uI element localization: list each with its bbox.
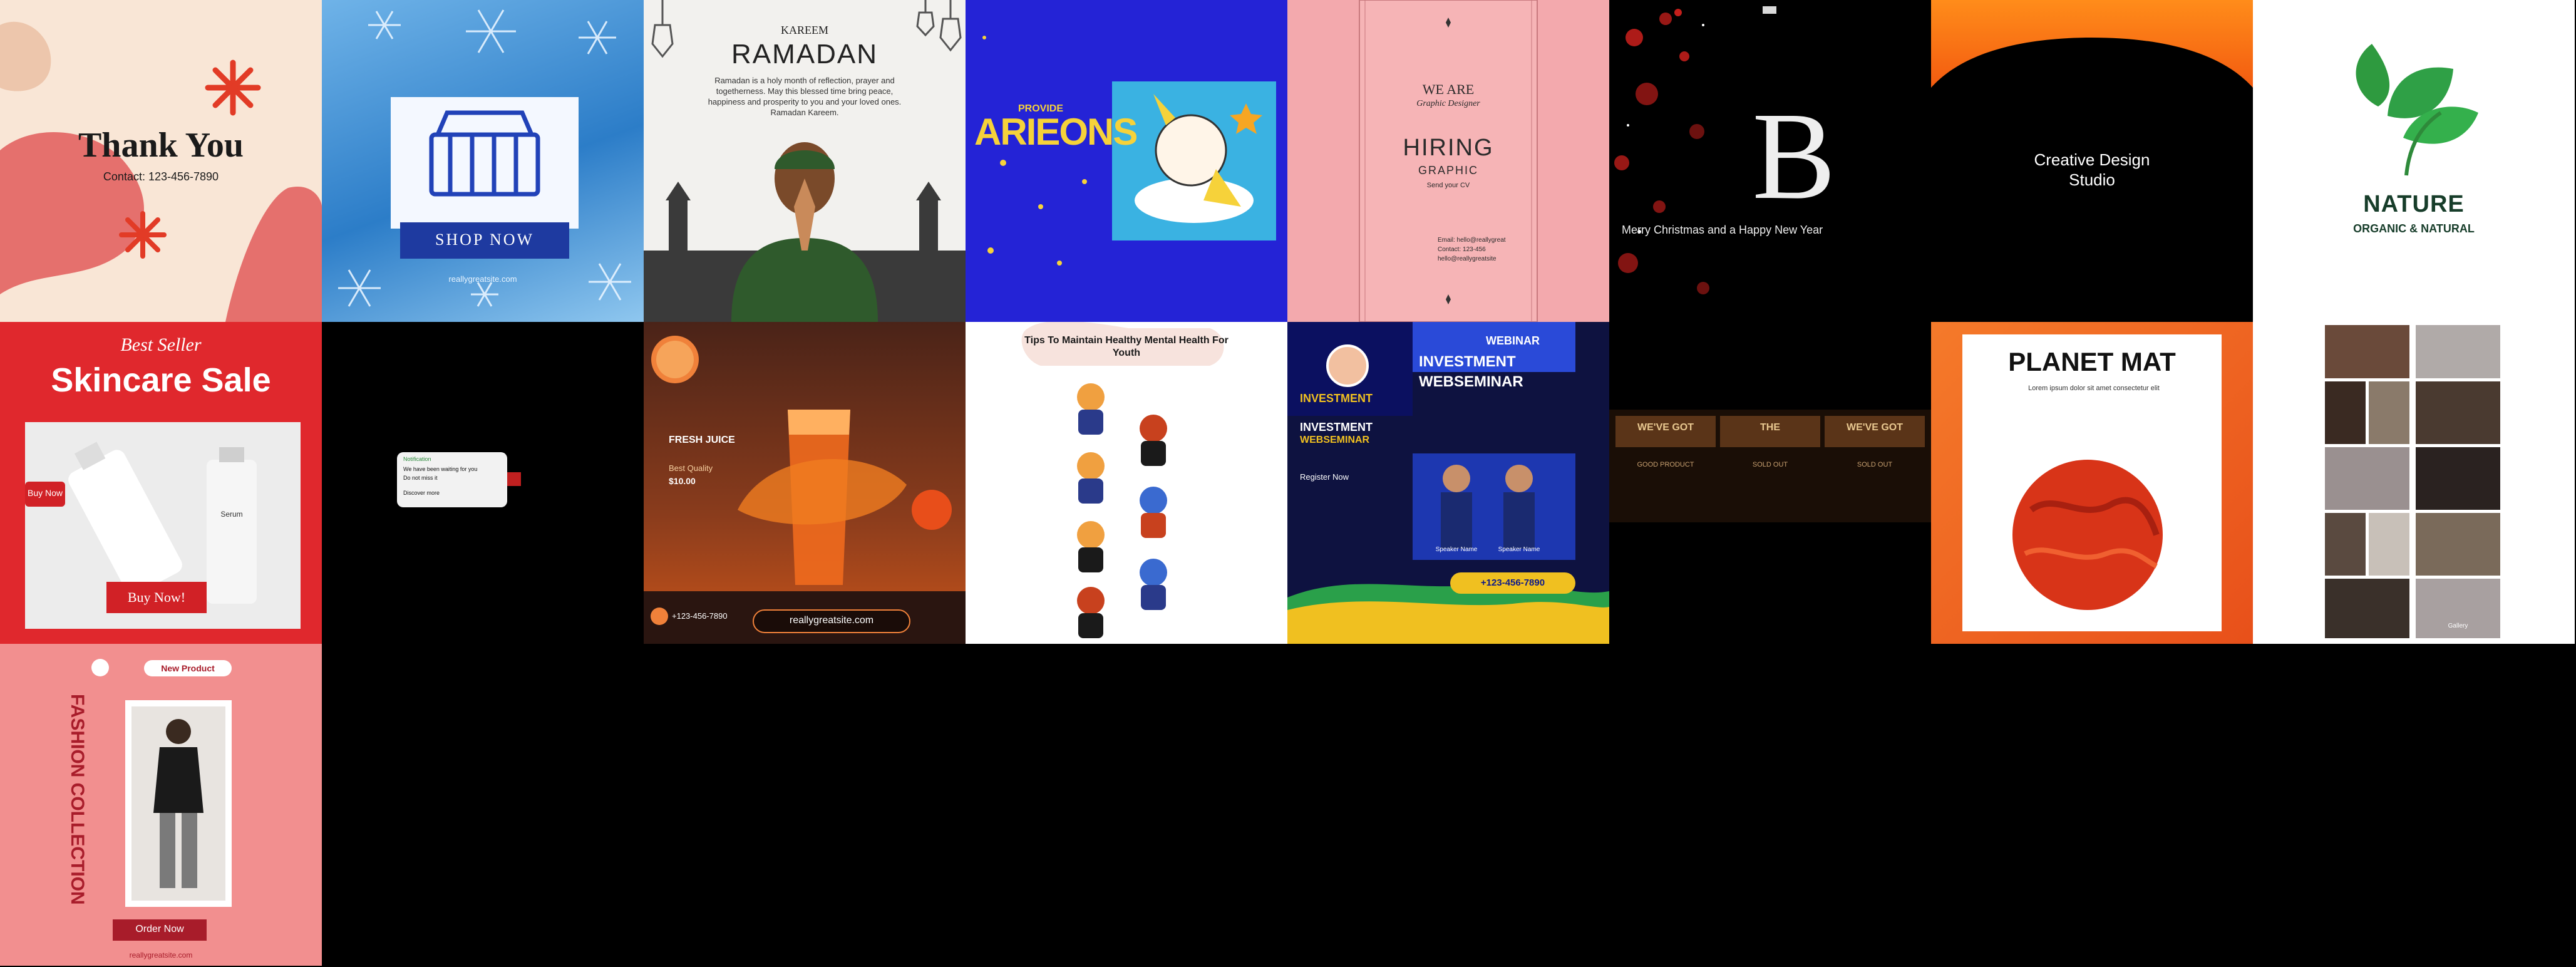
fashion-order-button[interactable]: Order Now [113,924,207,935]
wood-sub-2: SOLD OUT [1752,461,1788,468]
notification-line1: We have been waiting for you [403,466,478,472]
thank-you-title: Thank You [78,126,244,165]
template-investment-webinar[interactable]: WEBINAR INVESTMENT WEBSEMINAR INVESTMENT… [1287,322,1609,644]
template-fresh-juice[interactable]: FRESH JUICE Best Quality $10.00 reallygr… [644,322,966,644]
tips-illustrations [1021,322,1224,638]
thank-you-contact: Contact: 123-456-7890 [103,170,219,183]
pink-top: WE ARE [1422,81,1475,97]
bottle-label: Serum [220,510,243,519]
fashion-illustration [91,659,232,941]
template-gallery-grid: Thank You Contact: 123-456-7890 SHOP NOW [0,0,2576,967]
fashion-badge: New Product [161,663,215,673]
nature-tagline: ORGANIC & NATURAL [2353,222,2475,235]
notification-footer: Discover more [403,490,440,496]
webinar-phone[interactable]: +123-456-7890 [1450,577,1575,588]
template-skincare-sale[interactable]: Best Seller Skincare Sale Buy Now Buy No… [0,322,322,644]
speaker-2-name: Speaker Name [1498,546,1540,553]
template-thank-you-card[interactable]: Thank You Contact: 123-456-7890 [0,0,322,322]
webinar-info: Register Now [1300,472,1349,482]
template-mental-health-tips[interactable]: Tips To Maintain Healthy Mental Health F… [966,322,1287,644]
wood-panel-1: WE'VE GOT [1637,422,1694,433]
leaf-icon [2356,44,2478,176]
template-wooden-boards[interactable]: WE'VE GOT THE WE'VE GOT GOOD PRODUCT SOL… [1609,322,1931,644]
notification-line2: Do not miss it [403,475,438,481]
juice-url[interactable]: reallygreatsite.com [753,615,910,626]
skincare-title: Skincare Sale [51,361,271,399]
winter-site: reallygreatsite.com [448,274,517,284]
christmas-monogram: B [1752,87,1836,225]
notification-card [397,452,521,507]
planet-subtitle: Lorem ipsum dolor sit amet consectetur e… [2028,385,2160,392]
studio-line1: Creative Design [2034,150,2150,169]
collage-photos [2322,322,2503,644]
webinar-title-2: WEBSEMINAR [1419,373,1523,390]
template-nature-logo[interactable]: NATURE ORGANIC & NATURAL [2253,0,2575,322]
template-creative-studio[interactable]: Creative Design Studio [1931,0,2253,322]
template-fashion[interactable]: New Product FASHION COLLECTION Order Now… [0,644,322,966]
shop-now-button[interactable]: SHOP NOW [400,230,569,249]
tips-title: Tips To Maintain Healthy Mental Health F… [1024,335,1229,358]
pink-title: HIRING [1403,135,1494,161]
skincare-side-button[interactable]: Buy Now [25,488,65,498]
juice-phone: +123-456-7890 [672,611,728,621]
wood-panel-3: WE'VE GOT [1846,422,1904,433]
star-decorations [982,36,1276,266]
webinar-banner: WEBINAR [1486,334,1540,347]
wood-sub-3: SOLD OUT [1857,461,1893,468]
webinar-title-1: INVESTMENT [1419,353,1516,370]
studio-line2: Studio [2069,170,2115,189]
webinar-title-5: WEBSEMINAR [1300,435,1370,445]
pink-subtitle: GRAPHIC [1418,164,1478,177]
speaker-1-name: Speaker Name [1435,546,1478,553]
wood-panel-2: THE [1760,422,1780,433]
nature-brand: NATURE [2363,191,2465,217]
snowflake-decorations [338,9,631,307]
juice-tag: Best Quality [669,463,713,473]
fashion-vertical: FASHION COLLECTION [67,694,88,905]
skincare-buy-button[interactable]: Buy Now! [106,589,207,606]
webinar-title-4: INVESTMENT [1300,421,1373,433]
template-planet-poster[interactable]: PLANET MAT Lorem ipsum dolor sit amet co… [1931,322,2253,644]
webinar-title-3: INVESTMENT [1300,392,1373,405]
template-cartoon[interactable]: PROVIDE ARIEONS [966,0,1287,322]
planet-title: PLANET MAT [2008,347,2176,376]
template-dark-notification[interactable]: Notification We have been waiting for yo… [322,322,644,644]
pink-contact: Email: hello@reallygreat [1438,237,1506,244]
template-christmas[interactable]: B Merry Christmas and a Happy New Year [1609,0,1931,322]
template-pink-hiring[interactable]: WE ARE Graphic Designer HIRING GRAPHIC S… [1287,0,1609,322]
juice-price: $10.00 [669,476,696,486]
wood-sub-1: GOOD PRODUCT [1637,461,1694,468]
pink-site: hello@reallygreatsite [1438,256,1497,262]
collage-caption: Gallery [2448,623,2468,629]
ramadan-kicker: RAMADAN [731,39,878,70]
cartoon-title: ARIEONS [974,111,1138,153]
christmas-greeting: Merry Christmas and a Happy New Year [1622,224,1823,236]
empty-area [322,644,2576,967]
ramadan-title: KAREEM [781,24,828,36]
notification-header: Notification [403,456,431,462]
ramadan-body: Ramadan is a holy month of reflection, p… [708,76,902,117]
pink-phone: Contact: 123-456 [1438,246,1486,253]
template-ramadan[interactable]: KAREEM RAMADAN Ramadan is a holy month o… [644,0,966,322]
skincare-script: Best Seller [120,334,202,355]
pink-script: Graphic Designer [1416,99,1480,108]
wood-panels [1609,410,1931,522]
template-winter-shop[interactable]: SHOP NOW reallygreatsite.com [322,0,644,322]
juice-badge: FRESH JUICE [669,435,735,445]
fashion-site: reallygreatsite.com [129,951,193,959]
template-photo-collage[interactable]: Gallery [2253,322,2575,644]
pink-note: Send your CV [1426,182,1470,189]
